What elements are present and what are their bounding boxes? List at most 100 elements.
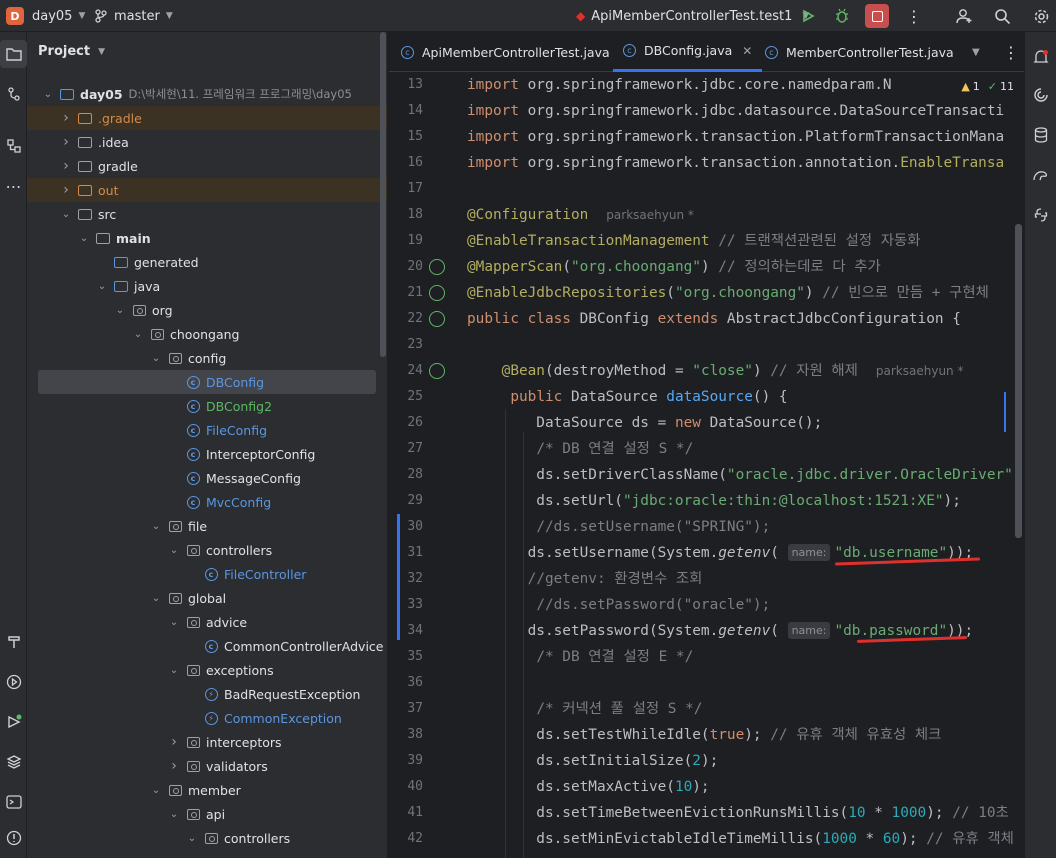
tree-item[interactable]: ⌄ api [27, 802, 387, 826]
debug-button[interactable] [834, 0, 850, 32]
chevron-down-icon[interactable]: ▼ [972, 32, 980, 72]
tree-item[interactable]: ⌄ controllers [27, 826, 387, 850]
more-tools-icon[interactable]: ⋯ [0, 172, 27, 200]
tree-item[interactable]: › .gradle [27, 106, 387, 130]
chevron-right-icon: › [63, 182, 69, 198]
code-line: @EnableTransactionManagement // 트랜잭션관련된 … [467, 233, 921, 249]
line-number: 37 [407, 701, 423, 716]
tree-item[interactable]: ⌄ config [27, 346, 387, 370]
tree-item[interactable]: generated [27, 250, 387, 274]
bean-gutter-icon[interactable] [429, 259, 445, 275]
debug-tool-icon[interactable] [0, 708, 27, 736]
tree-item[interactable]: ⌄ choongang [27, 322, 387, 346]
tree-item[interactable]: c CommonControllerAdvice [27, 634, 387, 658]
code-line: import org.springframework.jdbc.core.nam… [467, 77, 892, 93]
terminal-icon[interactable] [0, 788, 27, 816]
class-icon: c [401, 45, 414, 59]
right-tool-strip [1024, 32, 1056, 858]
tree-item[interactable]: ⌄ controllers [27, 538, 387, 562]
project-icon[interactable] [0, 40, 27, 68]
class-icon: c [185, 375, 201, 389]
tree-item[interactable]: ⌄ global [27, 586, 387, 610]
project-panel-header[interactable]: Project ▼ [38, 44, 105, 59]
line-number: 18 [407, 207, 423, 222]
tab-api-member-controller-test[interactable]: c ApiMemberControllerTest.java [401, 32, 610, 72]
tree-item[interactable]: c FileController [27, 562, 387, 586]
tree-item[interactable]: ⌄ main [27, 226, 387, 250]
branch-switcher[interactable]: master ▼ [94, 0, 173, 32]
tree-item[interactable]: ⌄ file [27, 514, 387, 538]
tree-scrollbar[interactable] [380, 32, 386, 357]
run-icon [801, 9, 815, 23]
tree-root[interactable]: ⌄ day05 D:\박세현\11. 프레임워크 프로그래밍\day05 [27, 82, 387, 106]
more-icon[interactable]: ⋮ [906, 0, 922, 32]
python-icon[interactable] [1025, 200, 1056, 230]
database-icon[interactable] [1025, 120, 1056, 150]
editor-scrollbar[interactable] [1015, 224, 1022, 538]
class-icon: c [765, 45, 778, 59]
notifications-icon[interactable] [1025, 42, 1056, 72]
tree-item[interactable]: › interceptors [27, 730, 387, 754]
line-number: 35 [407, 649, 423, 664]
tree-item[interactable]: ⌄ java [27, 274, 387, 298]
copilot-icon[interactable] [1025, 80, 1056, 110]
tree-item[interactable]: › validators [27, 754, 387, 778]
package-icon [185, 615, 201, 629]
bean-gutter-icon[interactable] [429, 363, 445, 379]
folder-icon [77, 207, 93, 221]
add-user-button[interactable] [955, 0, 973, 32]
tab-member-controller-test[interactable]: c MemberControllerTest.java [765, 32, 954, 72]
structure-icon[interactable] [0, 132, 27, 160]
run-tool-icon[interactable] [0, 668, 27, 696]
tree-item[interactable]: ⚡ CommonException [27, 706, 387, 730]
bean-gutter-icon[interactable] [429, 311, 445, 327]
tree-item-label: MessageConfig [206, 470, 301, 486]
tree-item[interactable]: ⌄ member [27, 778, 387, 802]
run-button[interactable] [801, 0, 815, 32]
tree-item[interactable]: c FileConfig [27, 418, 387, 442]
problems-icon[interactable] [0, 824, 27, 852]
root-label: day05 [80, 86, 123, 102]
source-folder-icon [113, 279, 129, 293]
exception-class-icon: ⚡ [203, 711, 219, 725]
tree-item[interactable]: › gradle [27, 154, 387, 178]
line-number: 41 [407, 805, 423, 820]
line-number: 19 [407, 233, 423, 248]
stop-button[interactable] [865, 0, 889, 32]
gradle-icon[interactable] [1025, 160, 1056, 190]
tree-item[interactable]: ⌄ exceptions [27, 658, 387, 682]
tree-item-label: out [98, 182, 119, 198]
tree-item[interactable]: c DBConfig [38, 370, 376, 394]
settings-button[interactable] [1033, 0, 1050, 32]
tree-item[interactable]: c MvcConfig [27, 490, 387, 514]
more-icon[interactable]: ⋮ [1003, 32, 1019, 72]
search-button[interactable] [994, 0, 1011, 32]
run-config-selector[interactable]: ◆ ApiMemberControllerTest.test1 ▼ [576, 0, 809, 32]
bean-gutter-icon[interactable] [429, 285, 445, 301]
tree-item[interactable]: ⌄ src [27, 202, 387, 226]
tab-label: DBConfig.java [644, 43, 733, 58]
chevron-right-icon: › [63, 158, 69, 174]
title-bar: D day05 ▼ master ▼ ◆ ApiMemberController… [0, 0, 1056, 32]
project-switcher[interactable]: D day05 ▼ [6, 0, 85, 32]
chevron-down-icon: ⌄ [43, 88, 53, 100]
close-icon[interactable]: ✕ [742, 44, 752, 58]
class-icon: c [203, 567, 219, 581]
build-icon[interactable] [0, 628, 27, 656]
tree-item[interactable]: c DBConfig2 [27, 394, 387, 418]
tree-item[interactable]: ⌄ org [27, 298, 387, 322]
tree-item[interactable]: ⚡ BadRequestException [27, 682, 387, 706]
tree-item-label: interceptors [206, 734, 282, 750]
layers-icon[interactable] [0, 748, 27, 776]
tree-item-label: BadRequestException [224, 686, 361, 702]
package-icon [185, 759, 201, 773]
tree-item[interactable]: c MessageConfig [27, 466, 387, 490]
tree-item[interactable]: ⌄ advice [27, 610, 387, 634]
tree-item[interactable]: c InterceptorConfig [27, 442, 387, 466]
code-line: import org.springframework.jdbc.datasour… [467, 103, 1005, 119]
tree-item[interactable]: › .idea [27, 130, 387, 154]
tab-db-config[interactable]: c DBConfig.java ✕ [613, 32, 763, 72]
commit-icon[interactable] [0, 80, 27, 108]
code-area[interactable]: import org.springframework.jdbc.core.nam… [467, 72, 1024, 858]
tree-item[interactable]: › out [27, 178, 387, 202]
